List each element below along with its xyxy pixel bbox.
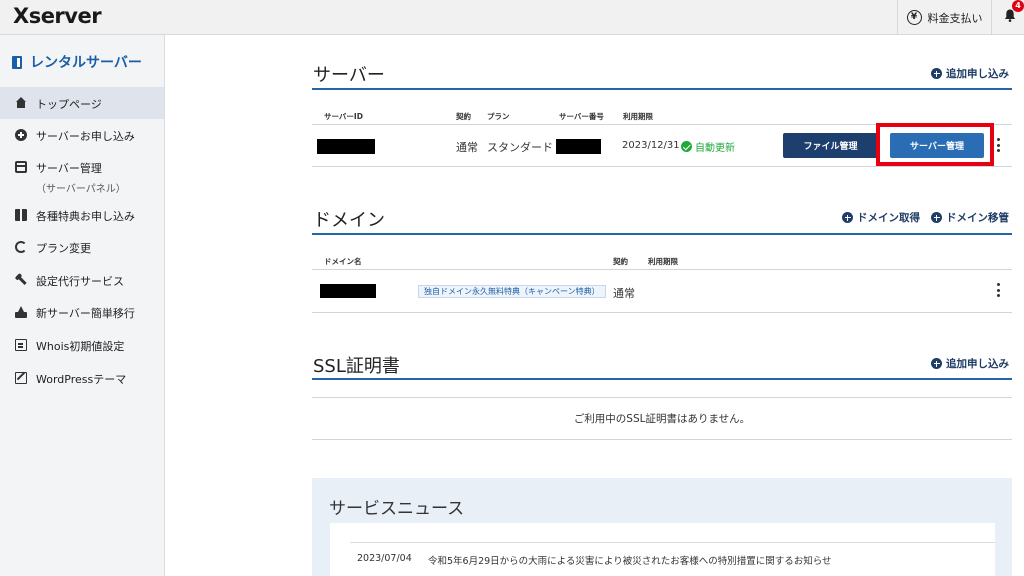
server-expiry: 2023/12/31 — [622, 140, 680, 151]
xserver-logo[interactable]: Xserver — [13, 4, 102, 28]
server-plan: スタンダード — [487, 141, 553, 154]
highlight-box: サーバー管理 — [876, 123, 994, 166]
domain-section-rule — [312, 233, 1012, 235]
ssl-row-rule — [312, 439, 1012, 440]
home-icon — [15, 97, 27, 109]
ssl-header-rule — [312, 397, 1012, 398]
notification-badge: 4 — [1012, 0, 1024, 12]
server-section-rule — [312, 88, 1012, 90]
service-news-panel: サービスニュース 2023/07/04 令和5年6月29日からの大雨による災害に… — [312, 478, 1012, 576]
ssl-section-title: SSL証明書 — [313, 356, 400, 377]
auto-renew-status: 自動更新 — [681, 139, 735, 154]
server-book-icon — [12, 55, 22, 69]
sidebar-item-top[interactable]: トップページ — [0, 87, 164, 119]
plus-circle-icon — [15, 129, 27, 141]
news-card: 2023/07/04 令和5年6月29日からの大雨による災害により被災されたお客… — [330, 523, 995, 576]
domain-more-icon[interactable] — [997, 283, 1001, 299]
server-row-rule — [312, 166, 1012, 167]
sidebar-item-label: Whois初期値設定 — [36, 340, 125, 353]
header-domain-expiry: 利用期限 — [648, 257, 678, 266]
sidebar-item-wordpress-theme[interactable]: WordPressテーマ — [0, 362, 164, 394]
ssl-add-label: 追加申し込み — [946, 358, 1009, 370]
sidebar-item-label: 各種特典お申し込み — [36, 210, 135, 223]
payment-label: 料金支払い — [927, 11, 983, 25]
plus-circle-icon — [931, 68, 942, 79]
sidebar-item-label: サーバー管理 — [36, 162, 102, 175]
sidebar-item-server-order[interactable]: サーバーお申し込み — [0, 119, 164, 151]
sidebar-item-sublabel: （サーバーパネル） — [36, 184, 126, 195]
domain-section-title: ドメイン — [313, 210, 385, 231]
auto-renew-label: 自動更新 — [695, 143, 735, 154]
ssl-empty-message: ご利用中のSSL証明書はありません。 — [573, 413, 751, 425]
sidebar-item-label: 設定代行サービス — [36, 275, 124, 288]
domain-contract: 通常 — [613, 287, 635, 300]
sidebar-nav: トップページ サーバーお申し込み サーバー管理 （サーバーパネル） 各種特典お申… — [0, 87, 164, 394]
domain-transfer-link[interactable]: ドメイン移管 — [931, 210, 1009, 225]
sidebar-item-label: サーバーお申し込み — [36, 130, 135, 143]
redacted-server-id — [317, 139, 375, 154]
sidebar-item-label: WordPressテーマ — [36, 373, 127, 386]
domain-transfer-label: ドメイン移管 — [946, 212, 1009, 224]
edit-icon — [15, 372, 27, 384]
server-contract: 通常 — [456, 141, 478, 154]
sidebar-item-plan-change[interactable]: プラン変更 — [0, 231, 164, 264]
header-server-id: サーバーID — [324, 112, 363, 121]
yen-icon: ¥ — [906, 10, 922, 25]
top-bar: Xserver ¥ 料金支払い 4 — [0, 0, 1024, 35]
server-section-title: サーバー — [313, 65, 385, 86]
sidebar: レンタルサーバー トップページ サーバーお申し込み サーバー管理 （サーバーパネ… — [0, 35, 165, 576]
sidebar-item-migration[interactable]: 新サーバー簡単移行 — [0, 296, 164, 329]
server-manage-button[interactable]: サーバー管理 — [890, 133, 984, 158]
sidebar-item-label: トップページ — [36, 98, 102, 111]
free-domain-tag: 独自ドメイン永久無料特典（キャンペーン特典） — [418, 285, 606, 298]
server-add-link[interactable]: 追加申し込み — [931, 66, 1009, 81]
sidebar-item-server-panel[interactable]: サーバー管理 （サーバーパネル） — [0, 151, 164, 199]
news-title: サービスニュース — [329, 499, 465, 519]
news-date: 2023/07/04 — [357, 553, 412, 564]
header-expiry: 利用期限 — [623, 112, 653, 121]
sidebar-item-benefits[interactable]: 各種特典お申し込み — [0, 199, 164, 231]
wrench-icon — [13, 272, 30, 289]
redacted-domain-name — [320, 284, 376, 298]
domain-acquire-link[interactable]: ドメイン取得 — [842, 210, 920, 225]
sidebar-item-label: プラン変更 — [36, 242, 91, 255]
domain-row-rule — [312, 312, 1012, 313]
domain-acquire-label: ドメイン取得 — [857, 212, 920, 224]
header-domain-contract: 契約 — [613, 257, 628, 266]
sidebar-item-setup-service[interactable]: 設定代行サービス — [0, 264, 164, 296]
sidebar-heading[interactable]: レンタルサーバー — [12, 52, 142, 72]
header-domain-name: ドメイン名 — [324, 257, 362, 266]
sync-icon — [15, 241, 27, 253]
plus-circle-icon — [931, 358, 942, 369]
sidebar-item-label: 新サーバー簡単移行 — [36, 307, 135, 320]
sidebar-heading-label: レンタルサーバー — [30, 55, 142, 71]
plus-circle-icon — [931, 212, 942, 223]
domain-header-rule — [312, 269, 1012, 270]
news-item-link[interactable]: 令和5年6月29日からの大雨による災害により被災されたお客様への特別措置に関する… — [428, 553, 832, 567]
header-server-number: サーバー番号 — [559, 112, 604, 121]
document-icon — [15, 339, 27, 351]
payment-button[interactable]: ¥ 料金支払い — [897, 0, 991, 35]
news-rule — [350, 542, 995, 543]
redacted-server-number — [556, 139, 601, 154]
server-icon — [15, 161, 27, 173]
ssl-add-link[interactable]: 追加申し込み — [931, 356, 1009, 371]
check-circle-icon — [681, 141, 692, 152]
gift-icon — [15, 209, 27, 221]
move-icon — [15, 306, 27, 318]
plus-circle-icon — [842, 212, 853, 223]
file-manager-button[interactable]: ファイル管理 — [783, 133, 878, 158]
ssl-section-rule — [312, 378, 1012, 380]
server-more-icon[interactable] — [997, 138, 1001, 154]
sidebar-item-whois[interactable]: Whois初期値設定 — [0, 329, 164, 362]
server-add-label: 追加申し込み — [946, 68, 1009, 80]
header-plan: プラン — [487, 112, 510, 121]
header-contract: 契約 — [456, 112, 471, 121]
notification-button[interactable]: 4 — [991, 0, 1024, 35]
